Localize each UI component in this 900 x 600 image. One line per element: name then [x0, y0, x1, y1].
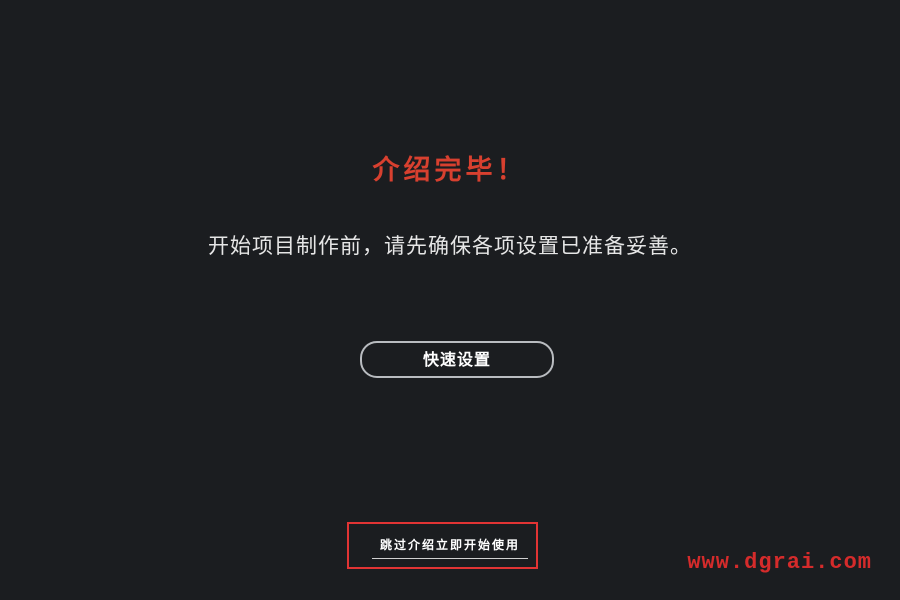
- intro-message: 开始项目制作前，请先确保各项设置已准备妥善。: [208, 234, 692, 258]
- quick-setup-button[interactable]: 快速设置: [360, 341, 554, 378]
- watermark: www.dgrai.com: [687, 550, 872, 575]
- intro-complete-screen: 介绍完毕！ 开始项目制作前，请先确保各项设置已准备妥善。 快速设置 跳过介绍立即…: [0, 0, 900, 600]
- skip-intro-link[interactable]: 跳过介绍立即开始使用: [372, 536, 528, 559]
- page-title: 介绍完毕！: [372, 155, 528, 186]
